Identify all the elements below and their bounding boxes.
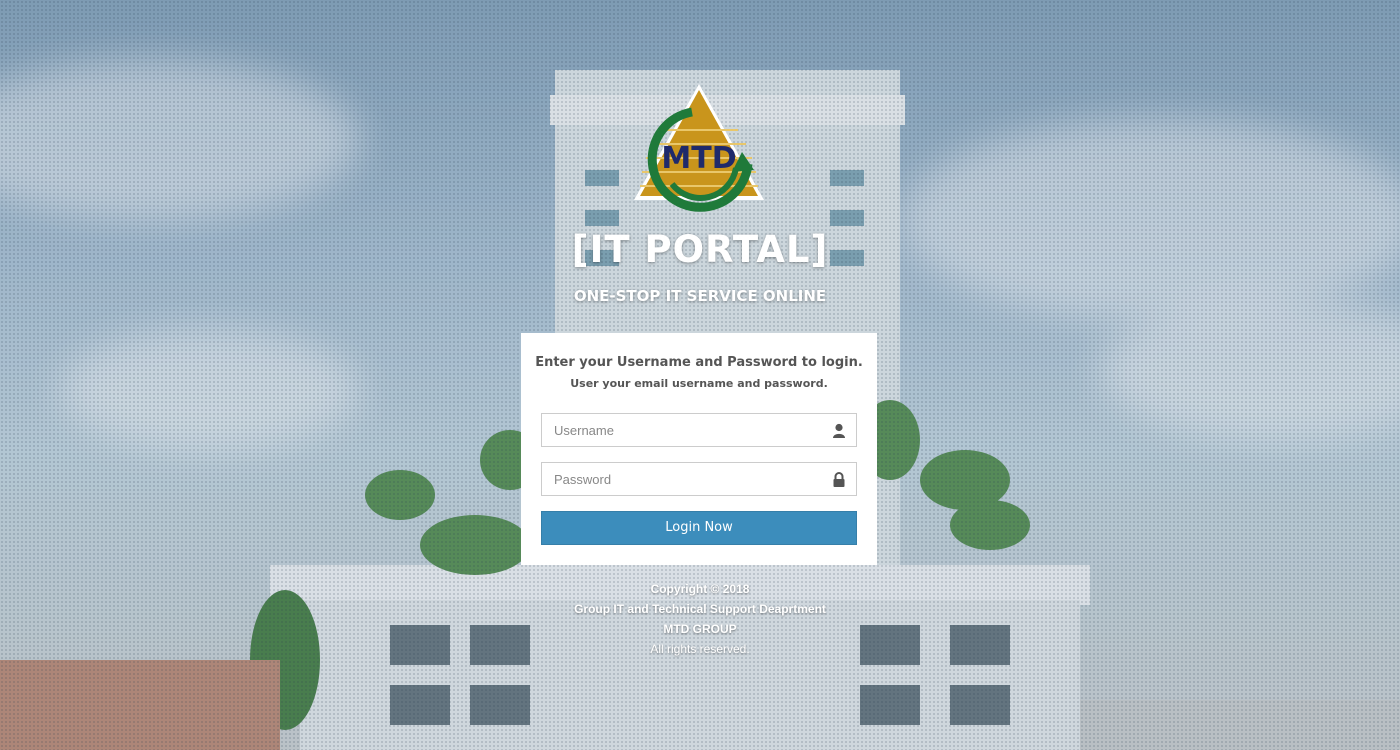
password-input[interactable] [542,463,824,495]
username-field [541,413,857,447]
footer-department: Group IT and Technical Support Deaprtmen… [574,602,826,616]
username-input[interactable] [542,414,824,446]
login-subheading: User your email username and password. [570,377,828,390]
login-button[interactable]: Login Now [541,511,857,545]
password-field [541,462,857,496]
footer-copyright: Copyright © 2018 [650,582,750,596]
lock-icon [833,472,845,487]
footer-rights: All rights reserved. [650,642,750,656]
footer: Copyright © 2018 Group IT and Technical … [0,579,1400,659]
portal-subtitle: ONE-STOP IT SERVICE ONLINE [573,287,827,305]
logo-text: MTD [661,141,736,176]
login-heading: Enter your Username and Password to logi… [535,355,863,370]
login-page: MTD [IT PORTAL] ONE-STOP IT SERVICE ONLI… [0,0,1400,750]
footer-company: MTD GROUP [663,622,737,636]
user-icon [833,423,845,438]
mtd-logo: MTD [634,84,764,212]
portal-title: [IT PORTAL] [571,228,829,271]
login-card: Enter your Username and Password to logi… [521,333,877,565]
